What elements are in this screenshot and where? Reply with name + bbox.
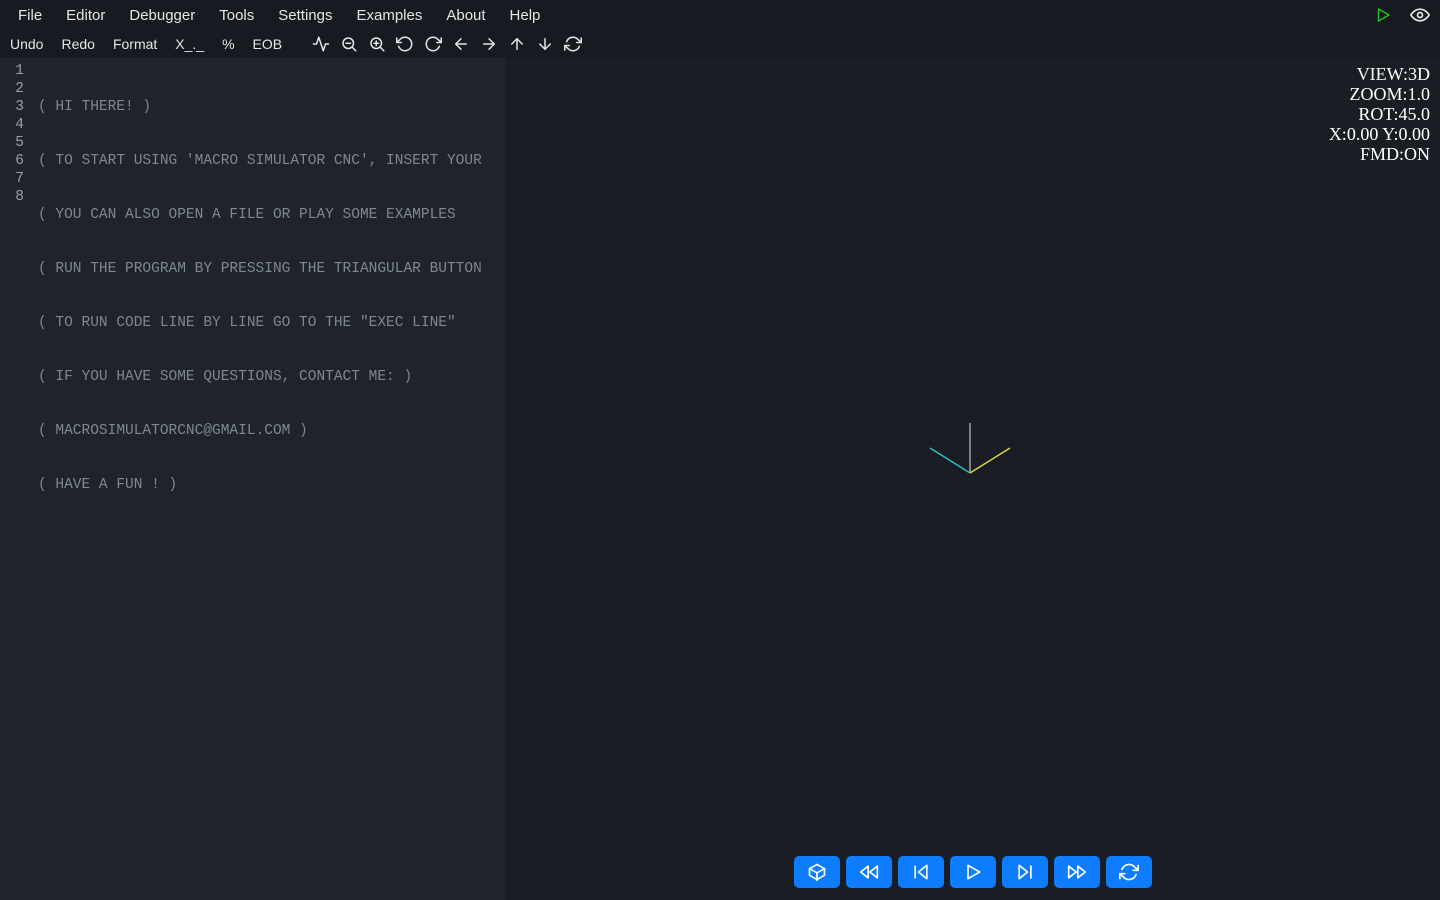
viewport-3d[interactable]: VIEW:3D ZOOM:1.0 ROT:45.0 X:0.00 Y:0.00 …: [505, 58, 1440, 900]
rotate-ccw-icon[interactable]: [396, 35, 414, 53]
code-line: ( MACROSIMULATORCNC@GMAIL.COM ): [38, 422, 505, 440]
menu-tools[interactable]: Tools: [207, 3, 266, 28]
menu-file[interactable]: File: [6, 3, 54, 28]
toolbar: Undo Redo Format X_._ % EOB: [0, 30, 1440, 58]
main: 12345678 ( HI THERE! ) ( TO START USING …: [0, 58, 1440, 900]
zoom-in-icon[interactable]: [368, 35, 386, 53]
arrow-down-icon[interactable]: [536, 35, 554, 53]
viewport-hud: VIEW:3D ZOOM:1.0 ROT:45.0 X:0.00 Y:0.00 …: [1329, 64, 1430, 164]
eye-icon[interactable]: [1410, 5, 1430, 25]
code-editor[interactable]: 12345678 ( HI THERE! ) ( TO START USING …: [0, 58, 505, 900]
refresh-icon[interactable]: [564, 35, 582, 53]
loop-button[interactable]: [1106, 856, 1152, 888]
playback-bar: [794, 856, 1152, 888]
rotate-cw-icon[interactable]: [424, 35, 442, 53]
code-line: ( RUN THE PROGRAM BY PRESSING THE TRIANG…: [38, 260, 505, 278]
fast-forward-button[interactable]: [1054, 856, 1100, 888]
menubar-right: [1374, 0, 1430, 30]
zoom-out-icon[interactable]: [340, 35, 358, 53]
percent-button[interactable]: %: [218, 34, 238, 54]
hud-zoom: ZOOM:1.0: [1329, 84, 1430, 104]
play-button[interactable]: [950, 856, 996, 888]
hud-rot: ROT:45.0: [1329, 104, 1430, 124]
menu-debugger[interactable]: Debugger: [117, 3, 207, 28]
menu-settings[interactable]: Settings: [266, 3, 344, 28]
menubar: File Editor Debugger Tools Settings Exam…: [0, 0, 1440, 30]
skip-forward-button[interactable]: [1002, 856, 1048, 888]
menu-about[interactable]: About: [434, 3, 497, 28]
code-line: ( YOU CAN ALSO OPEN A FILE OR PLAY SOME …: [38, 206, 505, 224]
axis-gizmo: [920, 418, 1020, 503]
hud-xy: X:0.00 Y:0.00: [1329, 124, 1430, 144]
code-line: ( TO START USING 'MACRO SIMULATOR CNC', …: [38, 152, 505, 170]
xdot-button[interactable]: X_._: [171, 34, 208, 54]
undo-button[interactable]: Undo: [6, 34, 47, 54]
eob-button[interactable]: EOB: [249, 34, 287, 54]
arrow-right-icon[interactable]: [480, 35, 498, 53]
menu-help[interactable]: Help: [498, 3, 553, 28]
arrow-left-icon[interactable]: [452, 35, 470, 53]
activity-icon[interactable]: [312, 35, 330, 53]
hud-view: VIEW:3D: [1329, 64, 1430, 84]
run-icon[interactable]: [1374, 6, 1392, 24]
code-line: ( HAVE A FUN ! ): [38, 476, 505, 494]
menu-editor[interactable]: Editor: [54, 3, 117, 28]
redo-button[interactable]: Redo: [57, 34, 98, 54]
menubar-items: File Editor Debugger Tools Settings Exam…: [6, 3, 552, 28]
code-line: ( IF YOU HAVE SOME QUESTIONS, CONTACT ME…: [38, 368, 505, 386]
line-gutter: 12345678: [0, 58, 34, 206]
rewind-button[interactable]: [846, 856, 892, 888]
arrow-up-icon[interactable]: [508, 35, 526, 53]
format-button[interactable]: Format: [109, 34, 161, 54]
code-area[interactable]: ( HI THERE! ) ( TO START USING 'MACRO SI…: [34, 58, 505, 530]
code-line: ( TO RUN CODE LINE BY LINE GO TO THE "EX…: [38, 314, 505, 332]
hud-fmd: FMD:ON: [1329, 144, 1430, 164]
view-cube-button[interactable]: [794, 856, 840, 888]
menu-examples[interactable]: Examples: [344, 3, 434, 28]
code-line: ( HI THERE! ): [38, 98, 505, 116]
skip-back-button[interactable]: [898, 856, 944, 888]
